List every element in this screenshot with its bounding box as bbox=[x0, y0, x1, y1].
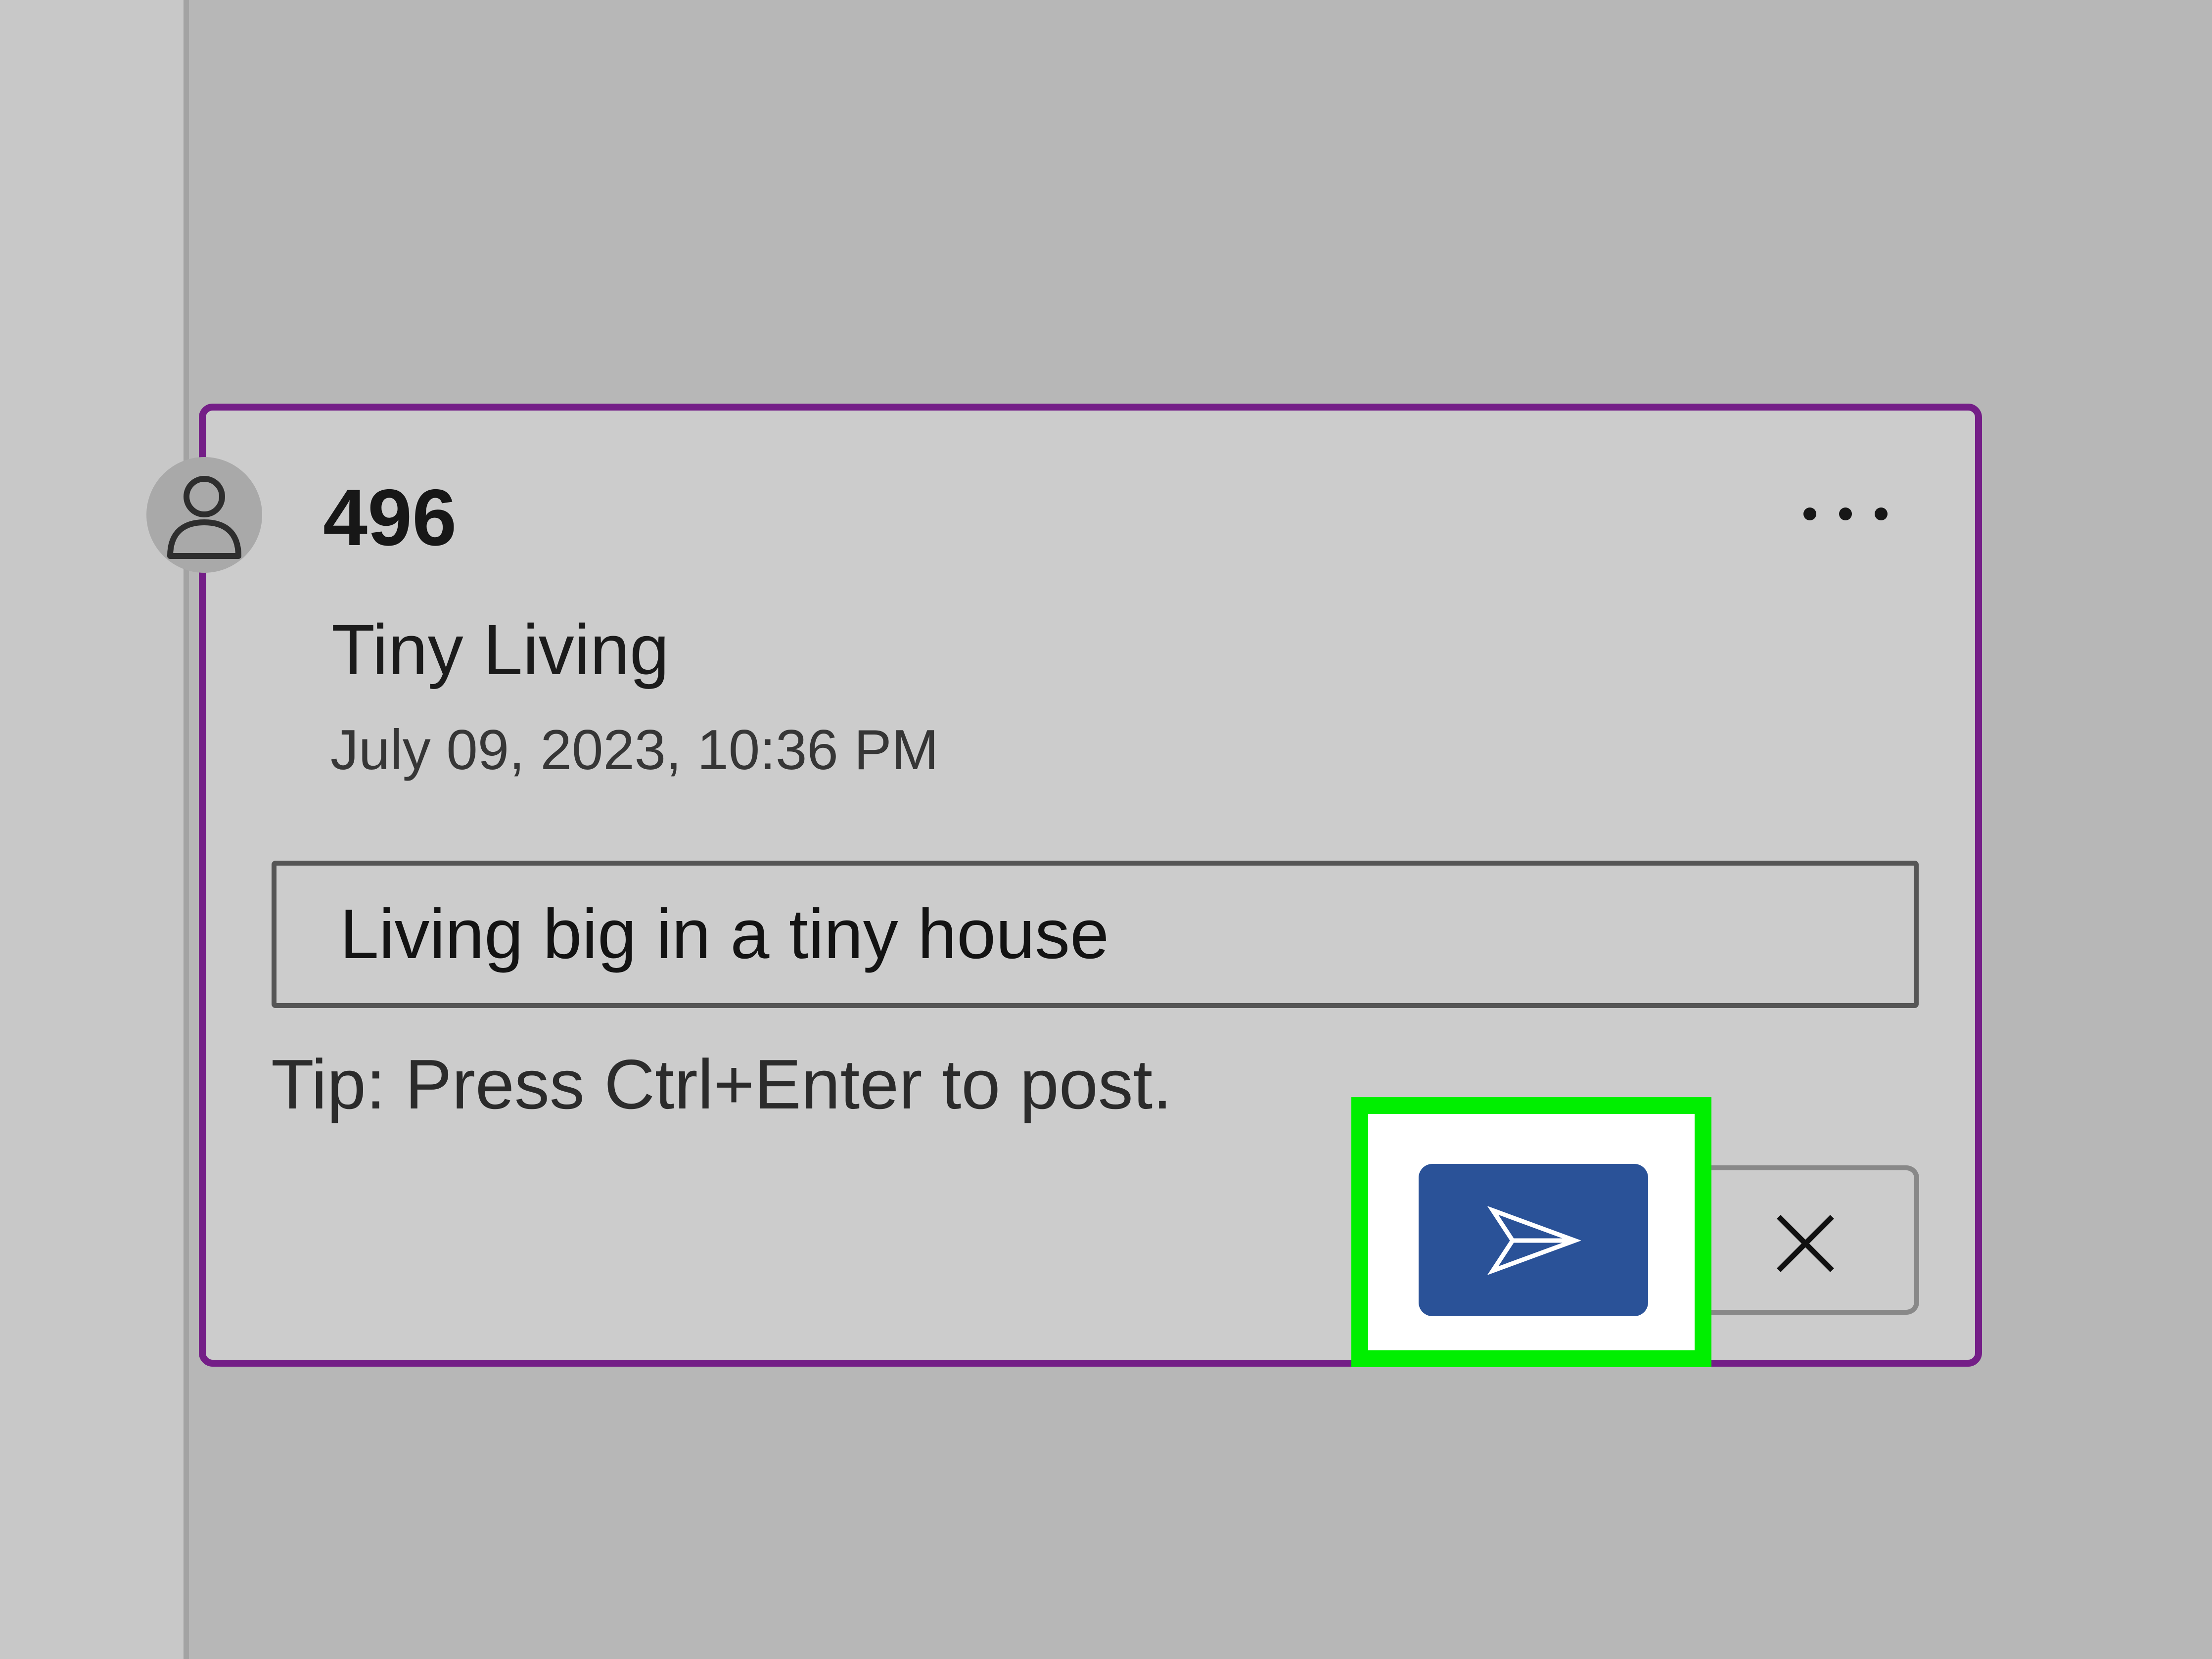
left-panel bbox=[0, 0, 184, 1659]
person-icon bbox=[167, 476, 241, 559]
comment-author: 496 bbox=[323, 473, 457, 562]
post-tip: Tip: Press Ctrl+Enter to post. bbox=[271, 1045, 1172, 1124]
panel-divider bbox=[184, 0, 189, 1659]
more-options-button[interactable] bbox=[1791, 480, 1899, 544]
reply-input[interactable] bbox=[272, 861, 1919, 1008]
close-icon bbox=[1777, 1215, 1834, 1272]
cancel-button[interactable] bbox=[1711, 1165, 1919, 1315]
avatar bbox=[146, 457, 262, 573]
comment-timestamp: July 09, 2023, 10:36 PM bbox=[330, 719, 939, 782]
send-button[interactable] bbox=[1419, 1164, 1648, 1316]
send-icon bbox=[1487, 1206, 1581, 1275]
comment-topic: Tiny Living bbox=[331, 610, 669, 690]
